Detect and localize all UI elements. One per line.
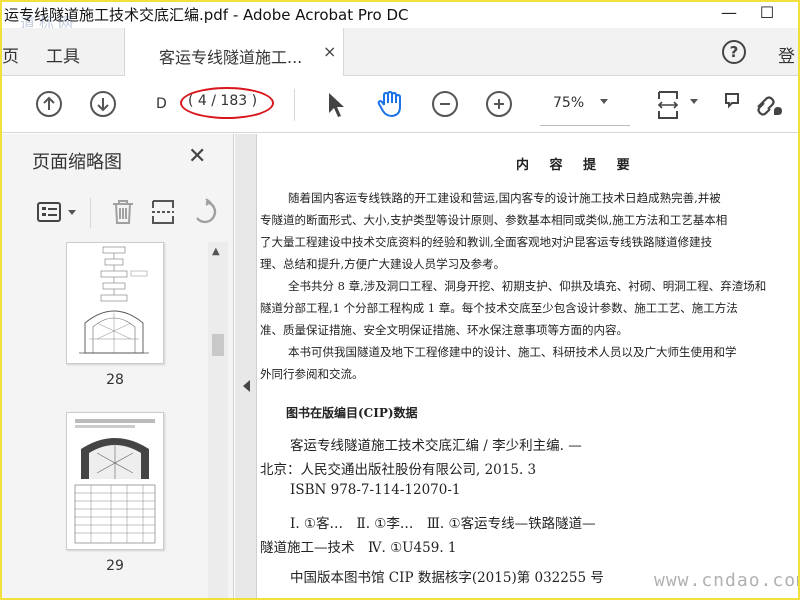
thumbnail-page-29[interactable] bbox=[66, 412, 164, 550]
thumbnail-page-28[interactable] bbox=[66, 242, 164, 364]
summary-line: 外同行参阅和交流。 bbox=[260, 367, 364, 381]
acrobat-window: 运专线隧道施工技术交底汇编.pdf - Adobe Acrobat Pro DC… bbox=[2, 2, 798, 598]
sign-in-partial[interactable]: 登 bbox=[778, 42, 795, 67]
fit-dropdown-chevron-icon[interactable] bbox=[690, 99, 698, 104]
thumbnail-list: 28 29 bbox=[2, 242, 208, 598]
cip-line: 北京：人民交通出版社股份有限公司, 2015. 3 bbox=[260, 462, 537, 478]
options-dropdown-chevron-icon[interactable] bbox=[68, 210, 76, 215]
page-thumbnails-panel: 页面缩略图 ✕ 28 29 ▲ bbox=[2, 134, 234, 598]
cip-line: 客运专线隧道施工技术交底汇编 / 李少利主编. — bbox=[290, 438, 582, 454]
panel-title: 页面缩略图 bbox=[32, 152, 122, 173]
thumbnail-options-icon[interactable] bbox=[36, 198, 64, 226]
page-29-preview-image bbox=[74, 419, 156, 544]
zoom-out-button[interactable] bbox=[432, 91, 458, 117]
delete-page-icon[interactable] bbox=[110, 198, 136, 226]
zoom-in-button[interactable] bbox=[486, 91, 512, 117]
page-number-input[interactable]: D bbox=[156, 96, 167, 112]
summary-line: 了大量工程建设中技术交底资料的经验和教训,全面客观地对沪昆客运专线铁路隧道修建技 bbox=[260, 235, 713, 249]
minus-icon bbox=[440, 103, 450, 105]
panel-toolbar bbox=[2, 190, 234, 234]
highlight-ellipse bbox=[180, 87, 274, 119]
site-watermark: www.cndao.com bbox=[654, 570, 798, 591]
scroll-up-icon[interactable]: ▲ bbox=[212, 246, 220, 257]
document-page: 内 容 提 要 随着国内客运专线铁路的开工建设和营运,国内客专的设计施工技术日趋… bbox=[258, 134, 798, 598]
title-bar: 运专线隧道施工技术交底汇编.pdf - Adobe Acrobat Pro DC… bbox=[2, 2, 798, 32]
tab-bar: 页 工具 客运专线隧道施工... × ? 登 bbox=[2, 28, 798, 76]
scrollbar-thumb[interactable] bbox=[212, 334, 224, 356]
next-page-button[interactable] bbox=[90, 91, 116, 117]
summary-line: 准、质量保证措施、安全文明保证措施、环水保注意事项等方面的内容。 bbox=[260, 323, 628, 337]
tab-close-icon[interactable]: × bbox=[323, 42, 336, 61]
cip-line: 中国版本图书馆 CIP 数据核字(2015)第 032255 号 bbox=[290, 570, 604, 586]
arrow-down-icon bbox=[97, 98, 109, 112]
cip-line: ISBN 978-7-114-12070-1 bbox=[290, 482, 461, 498]
toolbar-divider bbox=[294, 89, 295, 121]
summary-line: 隧道分部工程,1 个分部工程构成 1 章。每个技术交底至少包含设计参数、施工工艺… bbox=[260, 301, 738, 315]
cip-heading: 图书在版编目(CIP)数据 bbox=[286, 406, 418, 420]
thumbnail-scrollbar[interactable]: ▲ bbox=[208, 242, 228, 598]
comment-icon[interactable] bbox=[724, 91, 740, 119]
hand-tool-icon[interactable] bbox=[376, 89, 406, 119]
insert-page-icon[interactable] bbox=[150, 198, 176, 226]
previous-page-button[interactable] bbox=[36, 91, 62, 117]
help-icon[interactable]: ? bbox=[722, 40, 746, 64]
zoom-level-select[interactable]: 75% bbox=[553, 95, 584, 111]
select-cursor-icon[interactable] bbox=[326, 91, 346, 119]
summary-line: 本书可供我国隧道及地下工程修建中的设计、施工、科研技术人员以及广大师生使用和学 bbox=[288, 345, 737, 359]
minimize-button[interactable]: — bbox=[720, 4, 738, 22]
share-link-icon[interactable] bbox=[752, 89, 784, 119]
fit-page-icon[interactable] bbox=[656, 89, 686, 121]
cip-line: 隧道施工—技术 Ⅳ. ①U459. 1 bbox=[260, 540, 457, 556]
zoom-field-underline bbox=[540, 125, 630, 126]
plus-icon bbox=[494, 99, 504, 109]
thumbnail-number: 28 bbox=[106, 372, 124, 388]
summary-line: 全书共分 8 章,涉及洞口工程、洞身开挖、初期支护、仰拱及填充、衬砌、明洞工程、… bbox=[288, 279, 767, 293]
panel-toolbar-divider bbox=[90, 198, 91, 228]
tab-document[interactable]: 客运专线隧道施工... × bbox=[124, 28, 344, 76]
panel-collapse-strip[interactable] bbox=[235, 134, 257, 598]
zoom-dropdown-chevron-icon[interactable] bbox=[600, 99, 608, 104]
page-heading: 内 容 提 要 bbox=[516, 158, 638, 173]
tab-home-partial[interactable]: 页 bbox=[2, 42, 19, 67]
summary-line: 随着国内客运专线铁路的开工建设和营运,国内客专的设计施工技术日趋成熟完善,并被 bbox=[288, 191, 721, 205]
cip-line: Ⅰ. ①客… Ⅱ. ①李… Ⅲ. ①客运专线—铁路隧道— bbox=[290, 516, 596, 532]
tab-tools[interactable]: 工具 bbox=[46, 42, 80, 67]
maximize-button[interactable]: ☐ bbox=[758, 4, 776, 22]
tab-document-label: 客运专线隧道施工... bbox=[159, 48, 303, 67]
summary-line: 专隧道的断面形式、大小,支护类型等设计原则、参数基本相同或类似,施工方法和工艺基… bbox=[260, 213, 728, 227]
toolbar: D ( 4 / 183 ) 75% bbox=[2, 77, 798, 133]
collapse-arrow-icon[interactable] bbox=[243, 380, 250, 392]
arrow-up-icon bbox=[43, 96, 55, 110]
panel-close-icon[interactable]: ✕ bbox=[188, 144, 206, 169]
thumbnail-number: 29 bbox=[106, 558, 124, 574]
summary-line: 理、总结和提升,方便广大建设人员学习及参考。 bbox=[260, 257, 506, 271]
rotate-page-icon[interactable] bbox=[192, 198, 220, 226]
page-28-preview-image bbox=[79, 246, 149, 354]
